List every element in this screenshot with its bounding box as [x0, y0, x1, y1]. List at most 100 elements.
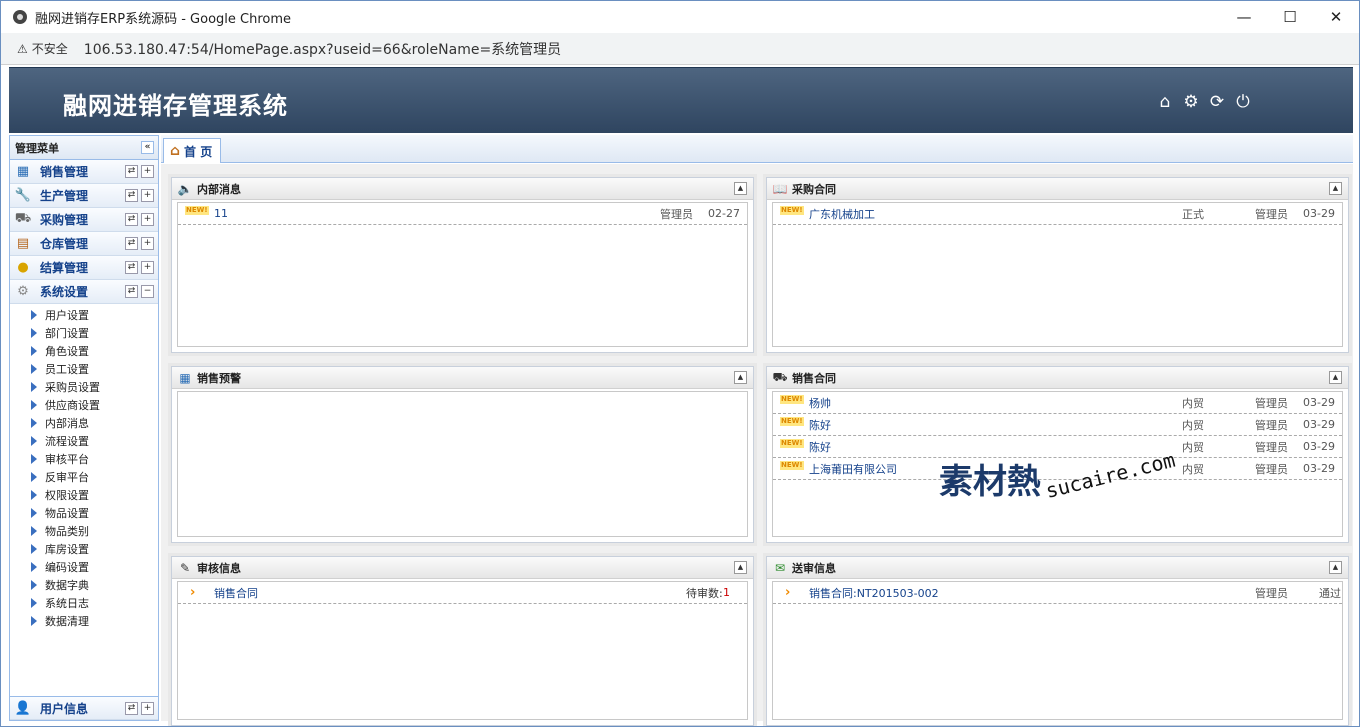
arrow-right-icon	[31, 310, 37, 320]
expand-icon[interactable]: +	[141, 261, 154, 274]
submenu-item[interactable]: 编码设置	[10, 558, 158, 576]
collapse-sidebar-button[interactable]: «	[141, 141, 154, 154]
app-brand: 融网进销存管理系统	[63, 92, 288, 120]
home-icon[interactable]: ⌂	[1155, 92, 1175, 112]
submenu-item[interactable]: 采购员设置	[10, 378, 158, 396]
maximize-button[interactable]: ☐	[1267, 1, 1313, 33]
submenu-item[interactable]: 系统日志	[10, 594, 158, 612]
expand-icon[interactable]: +	[141, 702, 154, 715]
submenu-item[interactable]: 审核平台	[10, 450, 158, 468]
refresh-icon[interactable]: ⇄	[125, 261, 138, 274]
menu-item-sales[interactable]: ▦ 销售管理 ⇄ +	[10, 160, 158, 184]
panel-internal-messages: 🔈 内部消息 ▲ NEW! 11 管理员 02-27	[171, 177, 754, 353]
arrow-right-icon	[31, 616, 37, 626]
submenu-item[interactable]: 库房设置	[10, 540, 158, 558]
collapse-panel-button[interactable]: ▲	[1329, 561, 1342, 574]
submenu-item[interactable]: 用户设置	[10, 306, 158, 324]
close-button[interactable]: ✕	[1313, 1, 1359, 33]
register-icon: ▦	[179, 370, 191, 385]
gear-icon[interactable]: ⚙	[1181, 92, 1201, 112]
submenu-item[interactable]: 员工设置	[10, 360, 158, 378]
watermark: 素材熱 sucaire.com	[939, 447, 1178, 503]
expand-icon[interactable]: +	[141, 189, 154, 202]
list-item[interactable]: NEW! 陈好 内贸 管理员 03-29	[773, 414, 1342, 436]
submenu-item[interactable]: 数据字典	[10, 576, 158, 594]
security-indicator[interactable]: ⚠ 不安全	[17, 40, 68, 57]
collapse-icon[interactable]: −	[141, 285, 154, 298]
submenu-item[interactable]: 物品设置	[10, 504, 158, 522]
new-badge: NEW!	[185, 206, 209, 215]
collapse-panel-button[interactable]: ▲	[1329, 182, 1342, 195]
submenu-item[interactable]: 反审平台	[10, 468, 158, 486]
list-item[interactable]: › 销售合同:NT201503-002 管理员 通过	[773, 582, 1342, 604]
expand-icon[interactable]: +	[141, 237, 154, 250]
chrome-logo-icon	[13, 10, 27, 24]
arrow-right-icon	[31, 544, 37, 554]
submenu-item[interactable]: 流程设置	[10, 432, 158, 450]
url-text[interactable]: 106.53.180.47:54/HomePage.aspx?useid=66&…	[84, 39, 561, 59]
user-icon: 👤	[14, 700, 32, 716]
settings-submenu: 用户设置 部门设置 角色设置 员工设置 采购员设置 供应商设置 内部消息 流程设…	[10, 304, 158, 630]
sidebar-header: 管理菜单 «	[10, 136, 158, 160]
refresh-icon[interactable]: ⇄	[125, 213, 138, 226]
truck-icon: ⛟	[772, 369, 788, 384]
refresh-icon[interactable]: ⇄	[125, 285, 138, 298]
list-item[interactable]: NEW! 11 管理员 02-27	[178, 203, 747, 225]
submenu-item[interactable]: 内部消息	[10, 414, 158, 432]
chevron-right-icon: ›	[190, 585, 196, 600]
list-item[interactable]: NEW! 杨帅 内贸 管理员 03-29	[773, 392, 1342, 414]
submenu-item[interactable]: 权限设置	[10, 486, 158, 504]
sales-icon: ▦	[16, 164, 30, 179]
address-bar[interactable]: ⚠ 不安全 106.53.180.47:54/HomePage.aspx?usei…	[1, 33, 1359, 65]
collapse-panel-button[interactable]: ▲	[1329, 371, 1342, 384]
new-badge: NEW!	[780, 417, 804, 426]
submenu-item[interactable]: 物品类别	[10, 522, 158, 540]
arrow-right-icon	[31, 382, 37, 392]
arrow-right-icon	[31, 508, 37, 518]
expand-icon[interactable]: +	[141, 213, 154, 226]
home-icon: ⌂	[170, 143, 181, 159]
submenu-item[interactable]: 部门设置	[10, 324, 158, 342]
collapse-panel-button[interactable]: ▲	[734, 561, 747, 574]
arrow-right-icon	[31, 580, 37, 590]
book-icon: 📖	[772, 181, 788, 196]
refresh-icon[interactable]: ⟳	[1207, 92, 1227, 112]
collapse-panel-button[interactable]: ▲	[734, 182, 747, 195]
send-icon: ✉	[774, 560, 786, 575]
menu-item-settlement[interactable]: ● 结算管理 ⇄ +	[10, 256, 158, 280]
warning-icon: ⚠	[17, 41, 28, 56]
refresh-icon[interactable]: ⇄	[125, 237, 138, 250]
browser-window: 融网进销存ERP系统源码 - Google Chrome — ☐ ✕ ⚠ 不安全 …	[0, 0, 1360, 727]
collapse-panel-button[interactable]: ▲	[734, 371, 747, 384]
list-item[interactable]: NEW! 广东机械加工 正式 管理员 03-29	[773, 203, 1342, 225]
app-header: 融网进销存管理系统 ⌂ ⚙ ⟳ ⏻	[9, 67, 1353, 133]
sidebar: 管理菜单 « ▦ 销售管理 ⇄ + 🔧 生产管理 ⇄ + ⛟ 采购管理 ⇄ + ▤ 仓…	[9, 135, 159, 721]
refresh-icon[interactable]: ⇄	[125, 189, 138, 202]
new-badge: NEW!	[780, 439, 804, 448]
refresh-icon[interactable]: ⇄	[125, 165, 138, 178]
submenu-item[interactable]: 角色设置	[10, 342, 158, 360]
submenu-item[interactable]: 数据清理	[10, 612, 158, 630]
menu-item-purchase[interactable]: ⛟ 采购管理 ⇄ +	[10, 208, 158, 232]
tab-home[interactable]: ⌂ 首 页	[163, 138, 222, 163]
browser-titlebar: 融网进销存ERP系统源码 - Google Chrome — ☐ ✕	[1, 1, 1359, 33]
arrow-right-icon	[31, 562, 37, 572]
expand-icon[interactable]: +	[141, 165, 154, 178]
submenu-item[interactable]: 供应商设置	[10, 396, 158, 414]
power-icon[interactable]: ⏻	[1233, 92, 1253, 112]
refresh-icon[interactable]: ⇄	[125, 702, 138, 715]
coins-icon: ●	[17, 260, 29, 275]
menu-item-warehouse[interactable]: ▤ 仓库管理 ⇄ +	[10, 232, 158, 256]
tab-bar: ⌂ 首 页	[161, 135, 1353, 163]
menu-item-settings[interactable]: ⚙ 系统设置 ⇄ −	[10, 280, 158, 304]
arrow-right-icon	[31, 454, 37, 464]
minimize-button[interactable]: —	[1221, 1, 1267, 33]
menu-item-user-info[interactable]: 👤 用户信息 ⇄ +	[10, 696, 158, 720]
chevron-right-icon: ›	[785, 585, 791, 600]
list-item[interactable]: › 销售合同 待审数: 1	[178, 582, 747, 604]
panel-purchase-contracts: 📖 采购合同 ▲ NEW! 广东机械加工 正式 管理员 03-29	[766, 177, 1349, 353]
panel-submit-info: ✉ 送审信息 ▲ › 销售合同:NT201503-002 管理员 通过	[766, 556, 1349, 726]
menu-item-production[interactable]: 🔧 生产管理 ⇄ +	[10, 184, 158, 208]
wrench-icon: 🔧	[14, 188, 32, 203]
new-badge: NEW!	[780, 206, 804, 215]
